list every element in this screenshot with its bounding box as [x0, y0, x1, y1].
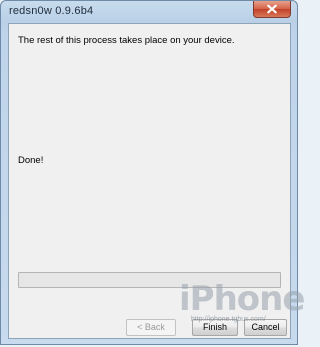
cancel-button[interactable]: Cancel [244, 319, 287, 336]
progress-bar [18, 272, 281, 288]
close-button[interactable] [253, 1, 291, 18]
app-window: redsn0w 0.9.6b4 The rest of this process… [0, 0, 305, 345]
wizard-page: The rest of this process takes place on … [8, 23, 291, 339]
status-text: Done! [18, 155, 44, 166]
finish-button[interactable]: Finish [192, 319, 238, 336]
title-bar[interactable]: redsn0w 0.9.6b4 [1, 1, 297, 23]
close-icon [267, 4, 277, 14]
back-button[interactable]: < Back [126, 319, 176, 336]
window-title: redsn0w 0.9.6b4 [9, 5, 94, 17]
instruction-text: The rest of this process takes place on … [18, 35, 235, 46]
